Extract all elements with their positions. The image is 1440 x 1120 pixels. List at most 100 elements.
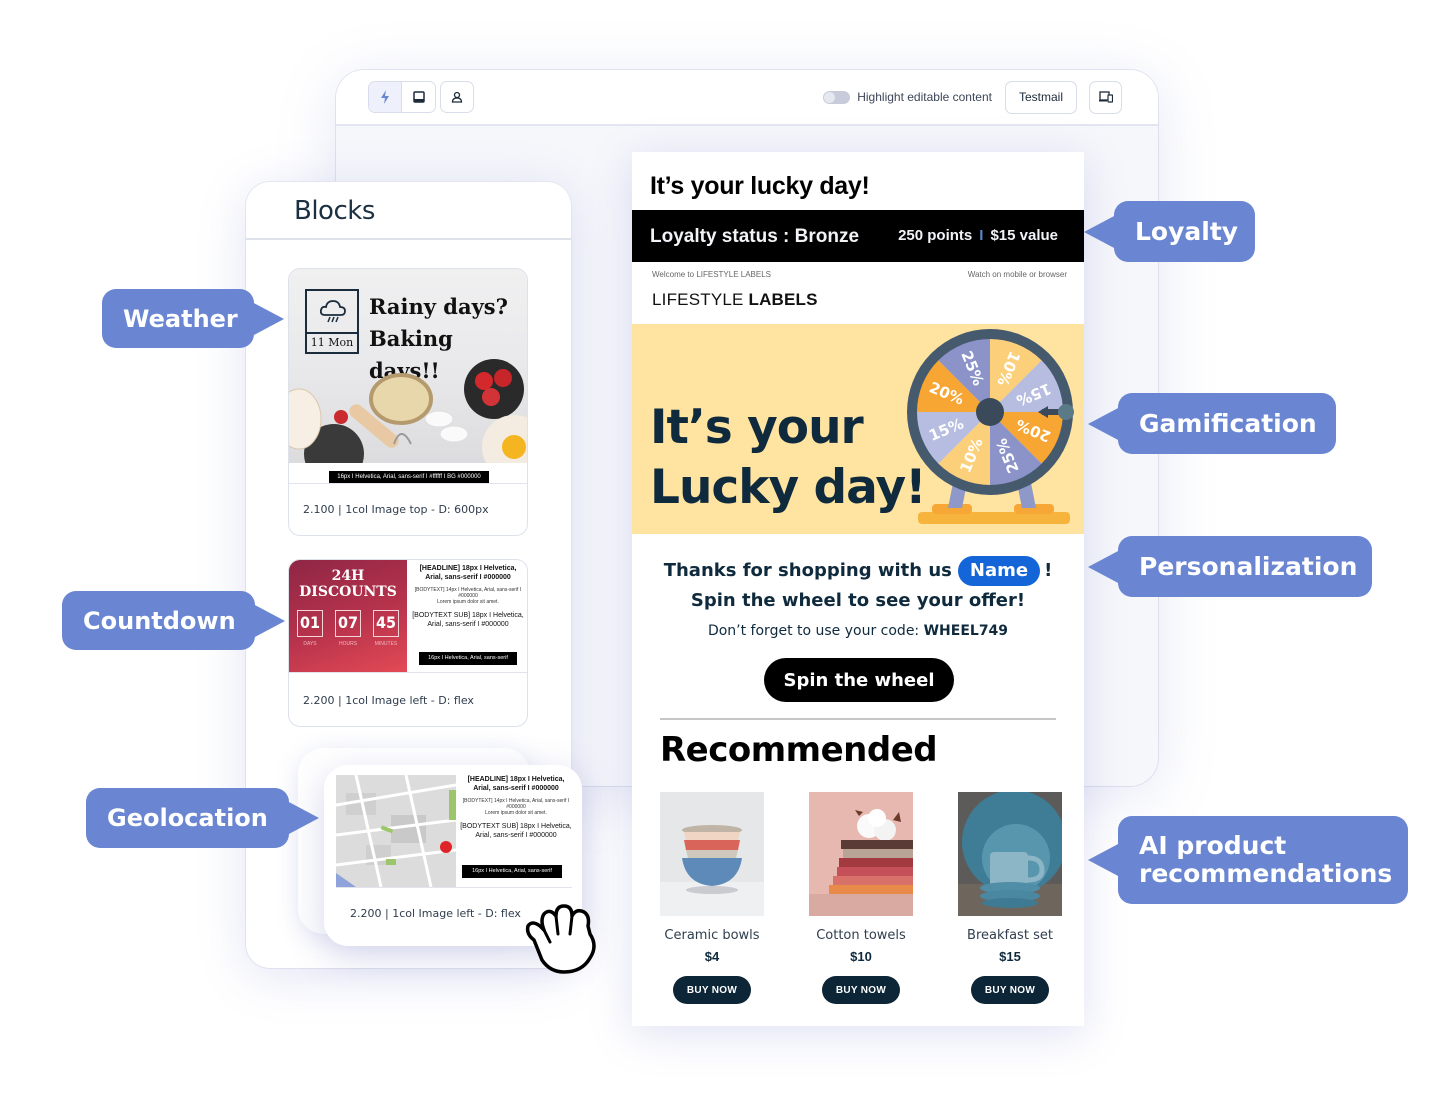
hero-banner: It’s your Lucky day! 10% 15% 20% 25% 10% 15% 2… <box>632 324 1084 534</box>
email-preview: It’s your lucky day! Loyalty status : Br… <box>632 152 1084 1026</box>
callout-countdown: Countdown <box>62 591 255 650</box>
map-image <box>336 775 456 887</box>
weather-spec-bar: 16px I Helvetica, Arial, sans-serif I #f… <box>329 471 489 483</box>
countdown-unit: DAYS <box>303 641 317 647</box>
countdown-units: DAYS HOURS MINUTES <box>297 641 399 647</box>
template-headline: [HEADLINE] 18px I Helvetica, Arial, sans… <box>419 565 517 581</box>
product-card: Breakfast set $15 BUY NOW <box>958 792 1062 1004</box>
template-button-spec: 16px I Helvetica, Arial, sans-serif <box>462 865 562 878</box>
callout-geolocation: Geolocation <box>86 788 289 848</box>
promo-code-line: Don’t forget to use your code: WHEEL749 <box>632 623 1084 639</box>
inbox-button[interactable] <box>402 82 435 112</box>
callout-gamification: Gamification <box>1118 393 1336 454</box>
countdown-unit: HOURS <box>338 641 358 647</box>
template-bodytext: [BODYTEXT] 14px I Helvetica, Arial, sans… <box>462 798 570 810</box>
product-price: $4 <box>704 949 720 964</box>
loyalty-value: $15 value <box>990 227 1058 244</box>
inbox-icon <box>412 91 425 103</box>
prize-wheel: 10%15%20%25%10%15%20%25% <box>907 329 1074 524</box>
loyalty-points-group: 250 points I $15 value <box>898 227 1058 244</box>
product-price: $10 <box>850 949 872 964</box>
countdown-block-caption: 2.200 | 1col Image left - D: flex <box>303 694 474 707</box>
countdown-hours: 07 <box>335 610 361 637</box>
grab-cursor-icon <box>525 904 596 974</box>
product-image-breakfast-set[interactable] <box>958 792 1062 916</box>
hero-line-2: Lucky day! <box>650 460 927 515</box>
lightning-icon <box>381 90 389 104</box>
recommended-title: Recommended <box>660 730 938 770</box>
template-bodytext: [BODYTEXT] 14px I Helvetica, Arial, sans… <box>414 587 522 599</box>
buy-now-button[interactable]: BUY NOW <box>822 976 900 1004</box>
device-preview-icon <box>1098 91 1113 103</box>
geo-block-caption: 2.200 | 1col Image left - D: flex <box>350 907 521 920</box>
user-icon <box>451 91 463 103</box>
product-name: Breakfast set <box>967 928 1053 943</box>
callout-ai-line-2: recommendations <box>1139 859 1393 888</box>
code-prefix: Don’t forget to use your code: <box>707 623 920 639</box>
personalized-message: Thanks for shopping with us Name! Spin th… <box>632 556 1084 615</box>
loyalty-bar: Loyalty status : Bronze 250 points I $15… <box>632 210 1084 262</box>
blocks-divider <box>246 238 571 240</box>
template-bodytext-sub: [BODYTEXT SUB] 18px I Helvetica, Arial, … <box>412 612 524 628</box>
callout-personalization: Personalization <box>1118 536 1372 597</box>
callout-ai-recommendations: AI product recommendations <box>1118 816 1408 904</box>
callout-ai-line-1: AI product <box>1139 831 1287 860</box>
name-token[interactable]: Name <box>957 556 1041 586</box>
countdown-image: 24H DISCOUNTS 01 07 45 DAYS HOURS MINUTE… <box>289 560 407 672</box>
block-countdown[interactable]: 24H DISCOUNTS 01 07 45 DAYS HOURS MINUTE… <box>288 559 528 727</box>
loyalty-status: Loyalty status : Bronze <box>650 226 860 247</box>
promo-code: WHEEL749 <box>923 623 1009 639</box>
countdown-title-2: DISCOUNTS <box>299 584 397 600</box>
highlight-editable-label: Highlight editable content <box>857 90 992 104</box>
brand-light: LIFESTYLE <box>652 290 749 309</box>
product-card: Ceramic bowls $4 BUY NOW <box>660 792 764 1004</box>
device-preview-button[interactable] <box>1089 80 1122 114</box>
highlight-editable-toggle[interactable] <box>823 90 851 104</box>
product-image-bowls[interactable] <box>660 792 764 916</box>
countdown-minutes: 45 <box>373 610 399 637</box>
countdown-digits: 01 07 45 <box>297 610 399 637</box>
product-list: Ceramic bowls $4 BUY NOW Cotton towels $… <box>660 792 1062 1004</box>
countdown-title: 24H DISCOUNTS <box>289 568 407 600</box>
hero-line-1: It’s your <box>650 400 864 455</box>
product-price: $15 <box>999 949 1021 964</box>
lightning-button[interactable] <box>369 82 402 112</box>
template-button-spec: 16px I Helvetica, Arial, sans-serif <box>419 652 517 665</box>
template-lorem: Lorem ipsum dolor sit amet. <box>437 599 499 605</box>
blocks-title: Blocks <box>294 196 375 226</box>
buy-now-button[interactable]: BUY NOW <box>673 976 751 1004</box>
spin-prompt: Spin the wheel to see your offer! <box>690 590 1026 611</box>
countdown-template-text: [HEADLINE] 18px I Helvetica, Arial, sans… <box>411 560 525 629</box>
preheader-welcome: Welcome to LIFESTYLE LABELS <box>652 270 772 279</box>
cotton-towels-photo <box>809 792 913 916</box>
map-graphic <box>336 775 456 887</box>
email-title: It’s your lucky day! <box>650 172 870 200</box>
buy-now-button[interactable]: BUY NOW <box>971 976 1049 1004</box>
product-name: Ceramic bowls <box>664 928 760 943</box>
template-bodytext-sub: [BODYTEXT SUB] 18px I Helvetica, Arial, … <box>460 823 572 839</box>
view-mode-segment <box>368 81 436 113</box>
baking-photo <box>289 359 527 463</box>
hero-headline: It’s your Lucky day! <box>650 398 927 518</box>
product-image-towels[interactable] <box>809 792 913 916</box>
testmail-button[interactable]: Testmail <box>1004 80 1077 114</box>
product-card: Cotton towels $10 BUY NOW <box>809 792 913 1004</box>
geo-template-text: [HEADLINE] 18px I Helvetica, Arial, sans… <box>458 771 574 840</box>
countdown-days: 01 <box>297 610 323 637</box>
callout-loyalty: Loyalty <box>1114 201 1255 262</box>
weather-block-image: 11 Mon Rainy days? Baking days!! <box>289 269 527 463</box>
ceramic-bowls-photo <box>660 792 764 916</box>
thanks-suffix: ! <box>1044 560 1053 581</box>
callout-weather: Weather <box>102 289 254 348</box>
divider <box>660 718 1056 720</box>
breakfast-set-photo <box>958 792 1062 916</box>
preheader-view-link[interactable]: Watch on mobile or browser <box>968 270 1067 279</box>
editor-toolbar: Highlight editable content Testmail <box>336 70 1158 126</box>
block-weather[interactable]: 11 Mon Rainy days? Baking days!! 16px I … <box>288 268 528 536</box>
countdown-title-1: 24H <box>331 568 365 584</box>
spin-wheel-button[interactable]: Spin the wheel <box>764 658 954 702</box>
brand-bold: LABELS <box>748 290 818 309</box>
user-button[interactable] <box>440 81 474 113</box>
divider <box>289 483 527 484</box>
brand-logo: LIFESTYLE LABELS <box>652 290 818 310</box>
